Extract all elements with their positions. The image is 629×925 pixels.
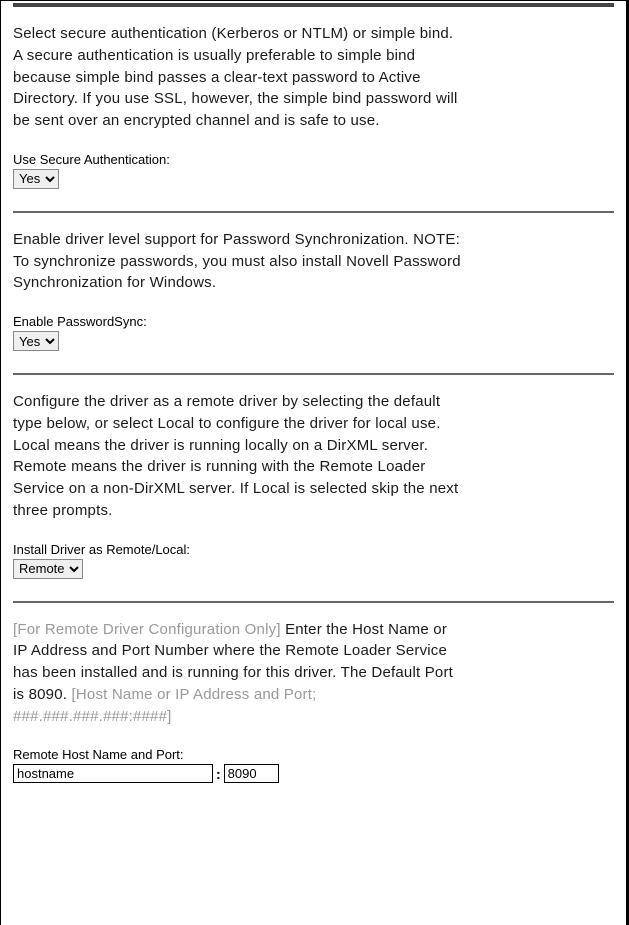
remote-host-note-prefix: [For Remote Driver Configuration Only] [13, 621, 285, 638]
install-driver-select[interactable]: Remote [14, 560, 82, 578]
form-container: Select secure authentication (Kerberos o… [0, 0, 629, 925]
remote-host-name-input[interactable] [13, 764, 213, 783]
install-driver-label: Install Driver as Remote/Local: [13, 542, 614, 557]
remote-host-note-suffix-close: ] [167, 708, 171, 725]
install-driver-select-wrap: Remote [13, 559, 83, 579]
section-install-driver: Configure the driver as a remote driver … [13, 375, 614, 579]
password-sync-select-wrap: Yes [13, 331, 59, 351]
password-sync-select[interactable]: Yes [14, 332, 58, 350]
install-driver-description: Configure the driver as a remote driver … [13, 391, 463, 522]
section-secure-auth: Select secure authentication (Kerberos o… [13, 7, 614, 189]
remote-host-description: [For Remote Driver Configuration Only] E… [13, 619, 463, 728]
section-remote-host: [For Remote Driver Configuration Only] E… [13, 603, 614, 784]
password-sync-label: Enable PasswordSync: [13, 314, 614, 329]
remote-port-input[interactable] [224, 764, 279, 783]
remote-host-input-group: : [13, 764, 614, 783]
remote-host-note-suffix-label: [Host Name or IP Address and Port; [72, 686, 317, 703]
remote-host-note-pattern: ###.###.###.###:#### [13, 708, 167, 725]
section-password-sync: Enable driver level support for Password… [13, 213, 614, 351]
secure-auth-select[interactable]: Yes [14, 170, 58, 188]
password-sync-description: Enable driver level support for Password… [13, 229, 463, 294]
secure-auth-select-wrap: Yes [13, 169, 59, 189]
secure-auth-label: Use Secure Authentication: [13, 152, 614, 167]
host-port-separator: : [213, 766, 224, 782]
secure-auth-description: Select secure authentication (Kerberos o… [13, 23, 463, 132]
remote-host-label: Remote Host Name and Port: [13, 747, 614, 762]
